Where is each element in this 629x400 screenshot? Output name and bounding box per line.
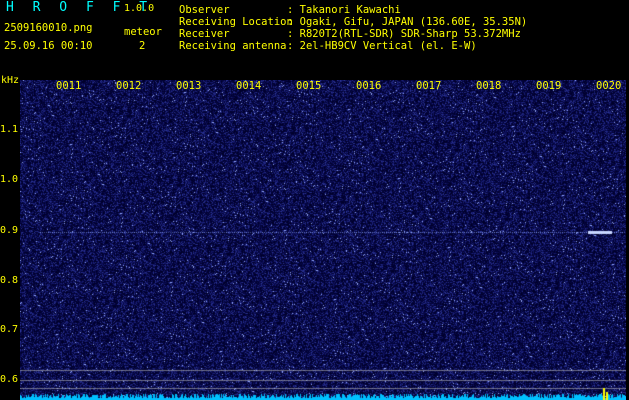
location-label: Receiving Location (179, 16, 293, 28)
y-tick-label: 0.9 (0, 225, 19, 236)
location-value: : Ogaki, Gifu, JAPAN (136.60E, 35.35N) (287, 16, 528, 28)
file-name: 2509160010.png (4, 22, 93, 34)
meteor-label: meteor (124, 26, 162, 38)
x-tick-label: 0020 (596, 80, 622, 92)
frequency-unit-label: kHz (1, 75, 20, 86)
antenna-label: Receiving antenna (179, 40, 287, 52)
y-tick-label: 0.6 (0, 374, 19, 385)
app-version: 1.0.0 (124, 3, 155, 14)
x-tick-label: 0012 (116, 80, 142, 92)
spectrogram-canvas (20, 80, 626, 400)
x-tick-label: 0014 (236, 80, 262, 92)
x-tick-label: 0018 (476, 80, 502, 92)
antenna-value: : 2el-HB9CV Vertical (el. E-W) (287, 40, 477, 52)
date-time: 25.09.16 00:10 (4, 40, 93, 52)
x-tick-label: 0013 (176, 80, 202, 92)
y-tick-label: 1.1 (0, 124, 19, 135)
meteor-count: 2 (139, 40, 146, 52)
x-tick-label: 0019 (536, 80, 562, 92)
y-tick-label: 0.7 (0, 324, 19, 335)
receiver-value: : R820T2(RTL-SDR) SDR-Sharp 53.372MHz (287, 28, 521, 40)
x-tick-label: 0011 (56, 80, 82, 92)
y-tick-label: 0.8 (0, 275, 19, 286)
receiver-label: Receiver (179, 28, 230, 40)
spectrogram (20, 80, 626, 400)
x-tick-label: 0015 (296, 80, 322, 92)
observer-label: Observer (179, 4, 230, 16)
x-tick-label: 0016 (356, 80, 382, 92)
observer-value: : Takanori Kawachi (287, 4, 401, 16)
x-tick-label: 0017 (416, 80, 442, 92)
y-tick-label: 1.0 (0, 174, 19, 185)
